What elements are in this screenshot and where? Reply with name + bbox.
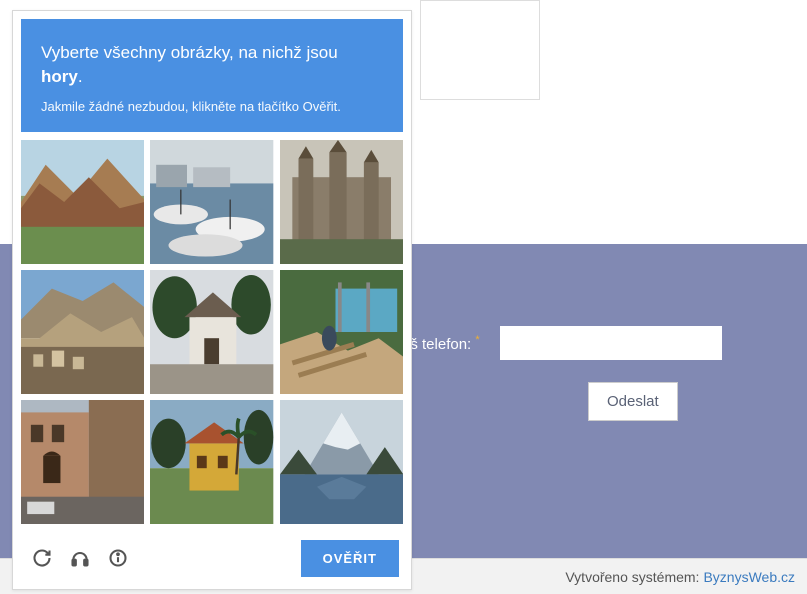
phone-input[interactable] xyxy=(500,326,722,360)
captcha-tile-9[interactable] xyxy=(280,400,403,524)
captcha-tile-7[interactable] xyxy=(21,400,144,524)
reload-icon[interactable] xyxy=(31,547,53,569)
captcha-tile-6[interactable] xyxy=(280,270,403,394)
captcha-tile-1[interactable] xyxy=(21,140,144,264)
captcha-tile-4[interactable] xyxy=(21,270,144,394)
captcha-subtext: Jakmile žádné nezbudou, klikněte na tlač… xyxy=(41,99,383,114)
required-star: * xyxy=(475,334,479,346)
info-icon[interactable] xyxy=(107,547,129,569)
captcha-tile-5[interactable] xyxy=(150,270,273,394)
captcha-footer: OVĚŘIT xyxy=(21,532,403,581)
captcha-tile-8[interactable] xyxy=(150,400,273,524)
captcha-instruction: Vyberte všechny obrázky, na nichž jsou h… xyxy=(41,41,383,89)
recaptcha-challenge: Vyberte všechny obrázky, na nichž jsou h… xyxy=(12,10,412,590)
audio-icon[interactable] xyxy=(69,547,91,569)
captcha-tile-2[interactable] xyxy=(150,140,273,264)
message-textarea[interactable] xyxy=(420,0,540,100)
phone-label: áš telefon: * xyxy=(402,334,480,353)
footer-link[interactable]: ByznysWeb.cz xyxy=(703,569,795,585)
captcha-grid xyxy=(21,140,403,524)
verify-button[interactable]: OVĚŘIT xyxy=(301,540,399,577)
captcha-header: Vyberte všechny obrázky, na nichž jsou h… xyxy=(21,19,403,132)
footer-text: Vytvořeno systémem: xyxy=(565,569,699,585)
captcha-tile-3[interactable] xyxy=(280,140,403,264)
submit-button[interactable]: Odeslat xyxy=(588,382,678,421)
